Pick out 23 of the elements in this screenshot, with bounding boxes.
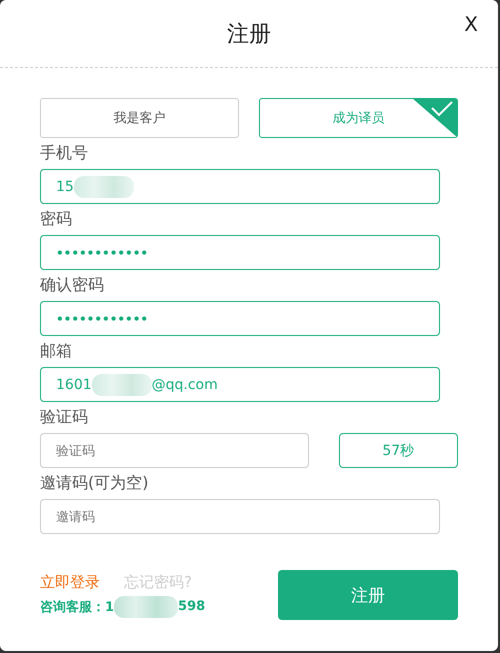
countdown-button[interactable]: 57秒	[338, 433, 458, 468]
field-label: 手机号	[40, 142, 88, 164]
input-field[interactable]: ••••••••••••	[40, 301, 440, 336]
input-field[interactable]: ••••••••••••	[40, 235, 440, 270]
field-label: 确认密码	[40, 274, 104, 296]
input-field[interactable]: 15	[40, 169, 440, 204]
register-button[interactable]: 注册	[278, 570, 458, 620]
role-tab[interactable]: 成为译员	[259, 98, 458, 138]
role-tab[interactable]: 我是客户	[40, 98, 239, 138]
blur-mask	[114, 596, 178, 618]
check-icon	[412, 99, 457, 137]
field-label: 密码	[40, 208, 72, 230]
login-link[interactable]: 立即登录	[40, 572, 100, 592]
hotline-text: 咨询客服：1	[40, 598, 114, 616]
input-field[interactable]: 验证码	[40, 433, 309, 468]
field-label: 验证码	[40, 406, 88, 428]
input-field[interactable]: 1601 @qq.com	[40, 367, 440, 402]
input-field[interactable]: 邀请码	[40, 499, 440, 534]
field-label: 邀请码(可为空)	[40, 472, 148, 494]
close-button[interactable]: X	[462, 12, 480, 36]
field-label: 邮箱	[40, 340, 72, 362]
hotline-text: 598	[178, 599, 206, 614]
dialog-title: 注册	[227, 20, 271, 48]
